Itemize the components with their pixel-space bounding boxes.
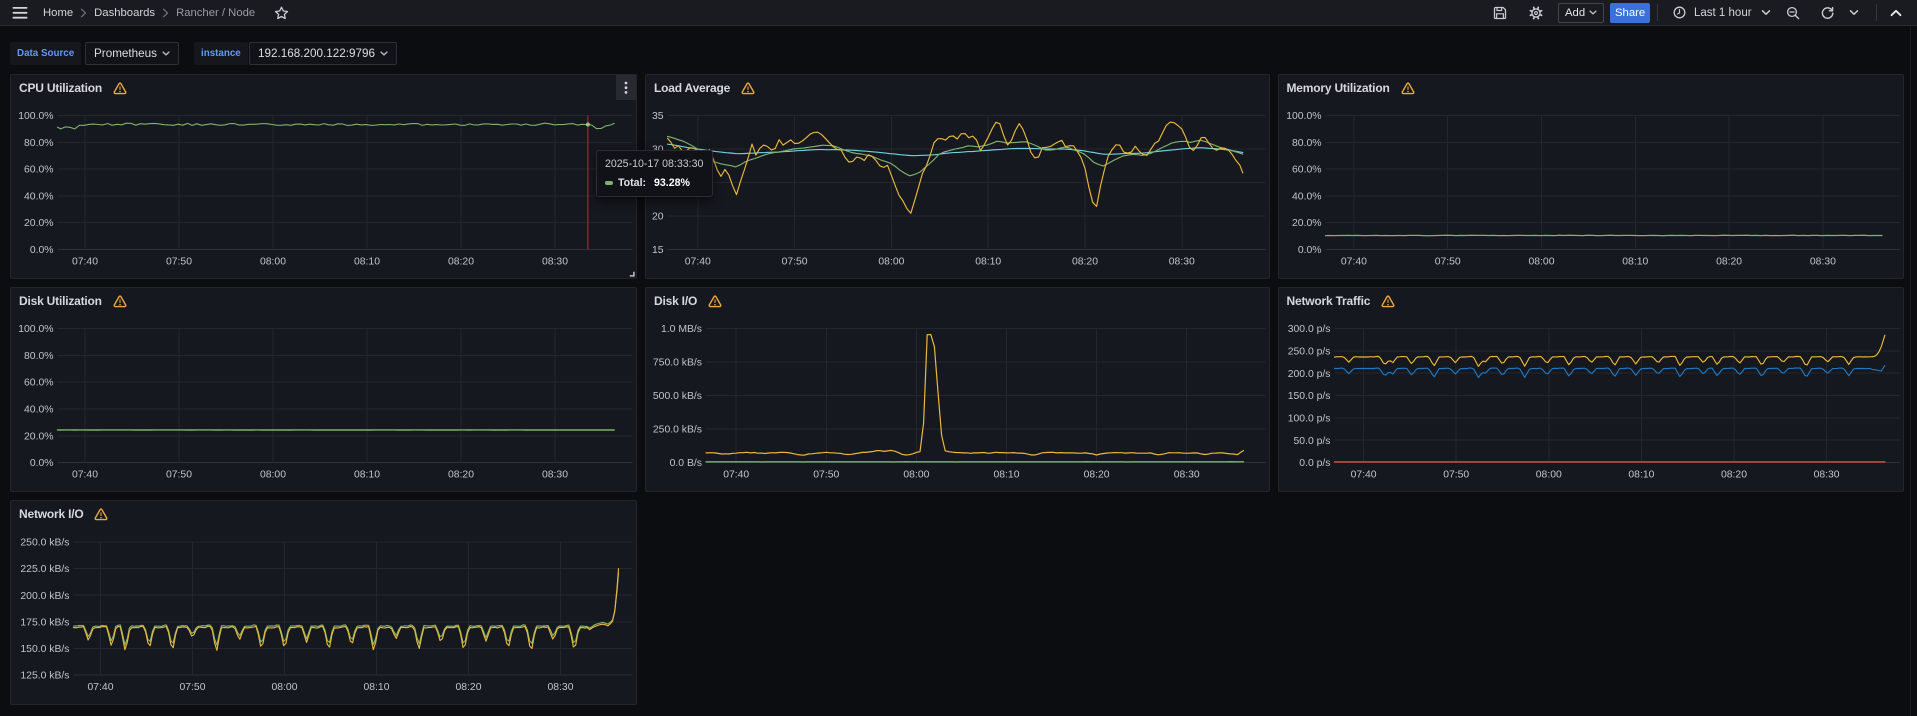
svg-text:08:30: 08:30 bbox=[547, 682, 573, 693]
svg-text:60.0%: 60.0% bbox=[1292, 165, 1321, 176]
svg-text:08:30: 08:30 bbox=[542, 256, 568, 267]
svg-text:07:50: 07:50 bbox=[813, 470, 839, 481]
svg-text:08:00: 08:00 bbox=[1528, 256, 1554, 267]
svg-text:08:00: 08:00 bbox=[271, 682, 297, 693]
svg-text:08:20: 08:20 bbox=[448, 470, 474, 481]
svg-text:250.0 kB/s: 250.0 kB/s bbox=[653, 425, 702, 436]
svg-text:07:50: 07:50 bbox=[179, 682, 205, 693]
svg-text:08:00: 08:00 bbox=[260, 256, 286, 267]
svg-text:08:10: 08:10 bbox=[993, 470, 1019, 481]
svg-text:07:50: 07:50 bbox=[1434, 256, 1460, 267]
svg-text:08:20: 08:20 bbox=[448, 256, 474, 267]
svg-text:0.0%: 0.0% bbox=[30, 245, 54, 256]
svg-text:20: 20 bbox=[652, 212, 664, 223]
svg-text:35: 35 bbox=[652, 111, 664, 122]
svg-text:300.0 p/s: 300.0 p/s bbox=[1287, 324, 1330, 335]
svg-text:20.0%: 20.0% bbox=[1292, 218, 1321, 229]
svg-text:08:10: 08:10 bbox=[1628, 470, 1654, 481]
svg-text:1.0 MB/s: 1.0 MB/s bbox=[661, 324, 702, 335]
svg-text:07:50: 07:50 bbox=[166, 470, 192, 481]
svg-text:60.0%: 60.0% bbox=[24, 378, 53, 389]
svg-text:07:40: 07:40 bbox=[1350, 470, 1376, 481]
svg-text:150.0 kB/s: 150.0 kB/s bbox=[20, 644, 69, 655]
svg-text:225.0 kB/s: 225.0 kB/s bbox=[20, 564, 69, 575]
svg-text:0.0 p/s: 0.0 p/s bbox=[1299, 458, 1330, 469]
svg-text:125.0 kB/s: 125.0 kB/s bbox=[20, 671, 69, 682]
svg-text:08:00: 08:00 bbox=[878, 256, 904, 267]
svg-text:250.0 p/s: 250.0 p/s bbox=[1287, 346, 1330, 357]
svg-text:08:10: 08:10 bbox=[354, 256, 380, 267]
svg-text:150.0 p/s: 150.0 p/s bbox=[1287, 391, 1330, 402]
svg-text:200.0 p/s: 200.0 p/s bbox=[1287, 369, 1330, 380]
svg-text:40.0%: 40.0% bbox=[24, 405, 53, 416]
svg-text:08:20: 08:20 bbox=[1072, 256, 1098, 267]
svg-text:07:40: 07:40 bbox=[72, 256, 98, 267]
svg-text:08:30: 08:30 bbox=[1169, 256, 1195, 267]
svg-text:100.0%: 100.0% bbox=[18, 324, 53, 335]
svg-text:07:40: 07:40 bbox=[723, 470, 749, 481]
svg-text:08:30: 08:30 bbox=[1813, 470, 1839, 481]
svg-text:0.0%: 0.0% bbox=[30, 458, 54, 469]
svg-text:0.0 B/s: 0.0 B/s bbox=[670, 458, 702, 469]
svg-text:08:00: 08:00 bbox=[903, 470, 929, 481]
svg-text:07:50: 07:50 bbox=[782, 256, 808, 267]
svg-text:08:20: 08:20 bbox=[455, 682, 481, 693]
svg-text:0.0%: 0.0% bbox=[1297, 245, 1321, 256]
svg-text:80.0%: 80.0% bbox=[24, 138, 53, 149]
svg-text:07:40: 07:40 bbox=[72, 470, 98, 481]
svg-text:40.0%: 40.0% bbox=[24, 191, 53, 202]
svg-text:750.0 kB/s: 750.0 kB/s bbox=[653, 358, 702, 369]
svg-text:200.0 kB/s: 200.0 kB/s bbox=[20, 591, 69, 602]
svg-text:40.0%: 40.0% bbox=[1292, 191, 1321, 202]
svg-text:250.0 kB/s: 250.0 kB/s bbox=[20, 538, 69, 549]
svg-text:07:50: 07:50 bbox=[1443, 470, 1469, 481]
svg-text:07:40: 07:40 bbox=[1340, 256, 1366, 267]
svg-text:07:40: 07:40 bbox=[685, 256, 711, 267]
svg-text:08:10: 08:10 bbox=[975, 256, 1001, 267]
svg-text:08:30: 08:30 bbox=[1174, 470, 1200, 481]
svg-text:80.0%: 80.0% bbox=[24, 351, 53, 362]
svg-text:20.0%: 20.0% bbox=[24, 218, 53, 229]
svg-text:100.0%: 100.0% bbox=[18, 111, 53, 122]
svg-text:500.0 kB/s: 500.0 kB/s bbox=[653, 391, 702, 402]
svg-text:175.0 kB/s: 175.0 kB/s bbox=[20, 617, 69, 628]
svg-text:07:50: 07:50 bbox=[166, 256, 192, 267]
svg-text:07:40: 07:40 bbox=[87, 682, 113, 693]
svg-text:100.0%: 100.0% bbox=[1286, 111, 1321, 122]
svg-text:08:10: 08:10 bbox=[1622, 256, 1648, 267]
svg-text:08:20: 08:20 bbox=[1720, 470, 1746, 481]
svg-text:15: 15 bbox=[652, 245, 664, 256]
svg-text:80.0%: 80.0% bbox=[1292, 138, 1321, 149]
svg-text:08:20: 08:20 bbox=[1716, 256, 1742, 267]
svg-text:20.0%: 20.0% bbox=[24, 431, 53, 442]
svg-text:50.0 p/s: 50.0 p/s bbox=[1293, 436, 1330, 447]
svg-text:60.0%: 60.0% bbox=[24, 165, 53, 176]
svg-text:08:20: 08:20 bbox=[1084, 470, 1110, 481]
svg-text:08:10: 08:10 bbox=[363, 682, 389, 693]
svg-text:08:30: 08:30 bbox=[542, 470, 568, 481]
svg-text:08:00: 08:00 bbox=[260, 470, 286, 481]
svg-text:100.0 p/s: 100.0 p/s bbox=[1287, 414, 1330, 425]
svg-text:08:30: 08:30 bbox=[1809, 256, 1835, 267]
svg-text:08:10: 08:10 bbox=[354, 470, 380, 481]
svg-text:08:00: 08:00 bbox=[1535, 470, 1561, 481]
